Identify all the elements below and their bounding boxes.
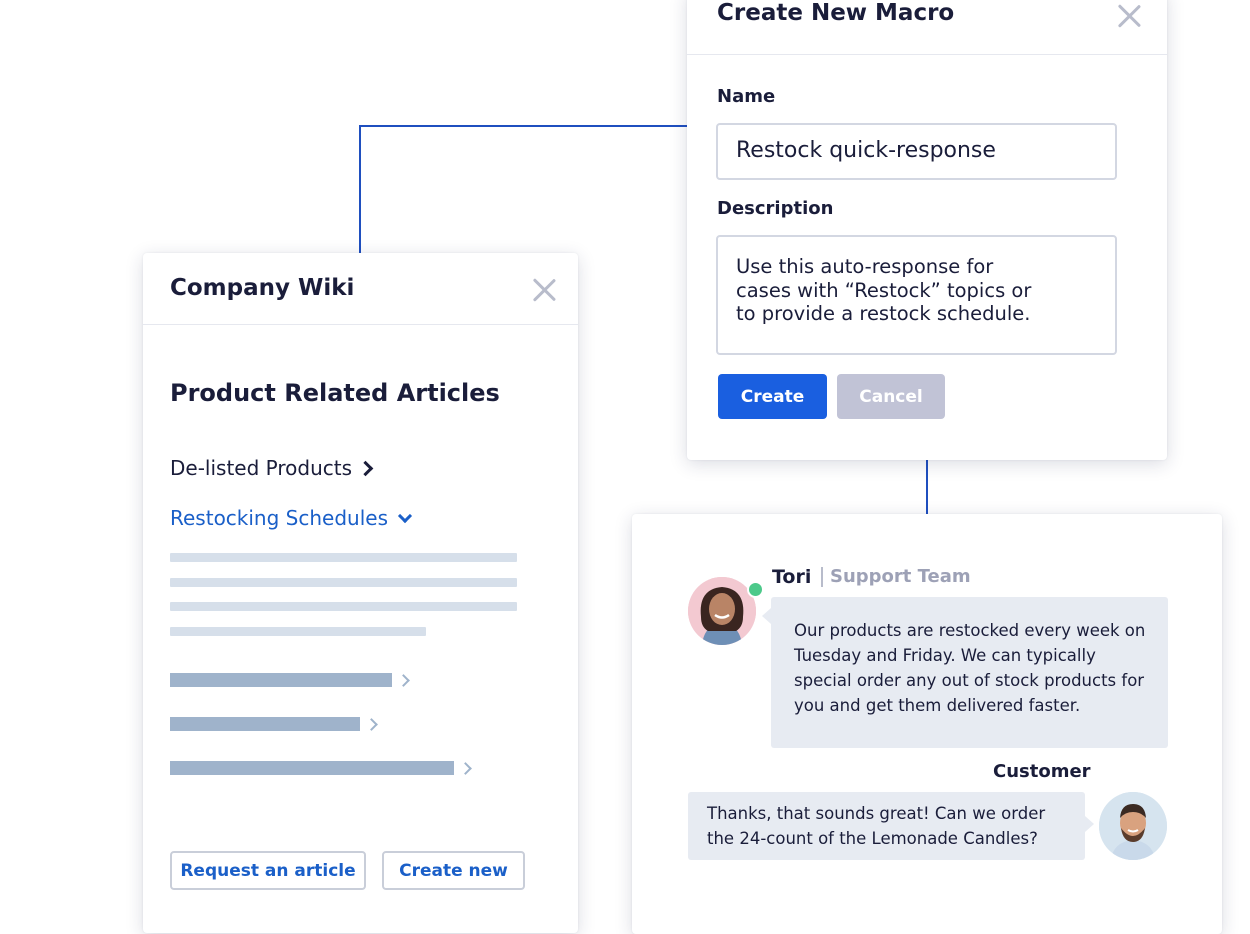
- name-field[interactable]: Restock quick-response: [716, 123, 1117, 180]
- agent-team: Support Team: [830, 566, 971, 587]
- article-placeholder-bar[interactable]: [170, 673, 392, 687]
- online-status-dot: [747, 581, 764, 598]
- modal-title: Create New Macro: [717, 0, 955, 26]
- chevron-right-icon: [357, 460, 374, 476]
- text-placeholder-line: [170, 578, 517, 587]
- chat-panel: Tori Support Team Our products are resto…: [632, 514, 1222, 934]
- customer-name: Customer: [993, 761, 1091, 782]
- close-icon[interactable]: [531, 277, 557, 303]
- close-icon[interactable]: [1116, 3, 1142, 29]
- create-button[interactable]: Create: [718, 374, 827, 419]
- chevron-right-icon: [397, 674, 410, 687]
- agent-message-bubble: Our products are restocked every week on…: [762, 597, 1168, 748]
- divider: [821, 567, 823, 587]
- agent-avatar: [688, 577, 756, 645]
- request-article-button[interactable]: Request an article: [170, 851, 366, 890]
- description-label: Description: [717, 198, 834, 219]
- create-new-button[interactable]: Create new: [382, 851, 525, 890]
- description-field[interactable]: Use this auto-response for cases with “R…: [716, 235, 1117, 355]
- chevron-right-icon: [365, 718, 378, 731]
- customer-message-bubble: Thanks, that sounds great! Can we order …: [688, 792, 1094, 860]
- chevron-down-icon: [397, 508, 413, 523]
- wiki-header: Company Wiki: [143, 253, 578, 325]
- modal-header: Create New Macro: [687, 0, 1167, 55]
- company-wiki-panel: Company Wiki Product Related Articles De…: [143, 253, 578, 933]
- name-label: Name: [717, 86, 776, 107]
- wiki-title: Company Wiki: [170, 275, 355, 301]
- customer-avatar: [1099, 792, 1167, 860]
- customer-avatar-image: [1099, 792, 1167, 860]
- wiki-link-label: De-listed Products: [170, 456, 353, 480]
- connector-line-vertical-left: [359, 125, 361, 255]
- cancel-button[interactable]: Cancel: [837, 374, 945, 419]
- wiki-link-restocking-schedules[interactable]: Restocking Schedules: [170, 506, 413, 530]
- agent-name: Tori: [772, 566, 812, 588]
- article-placeholder-bar[interactable]: [170, 761, 454, 775]
- text-placeholder-line: [170, 627, 426, 636]
- text-placeholder-line: [170, 602, 517, 611]
- chevron-right-icon: [459, 762, 472, 775]
- section-title: Product Related Articles: [170, 379, 500, 407]
- article-placeholder-bar[interactable]: [170, 717, 360, 731]
- connector-line-vertical-right: [926, 458, 928, 516]
- wiki-link-delisted-products[interactable]: De-listed Products: [170, 456, 374, 480]
- create-macro-modal: Create New Macro Name Restock quick-resp…: [687, 0, 1167, 460]
- agent-avatar-image: [688, 577, 756, 645]
- text-placeholder-line: [170, 553, 517, 562]
- wiki-link-label: Restocking Schedules: [170, 506, 388, 530]
- connector-line-horizontal: [359, 125, 689, 127]
